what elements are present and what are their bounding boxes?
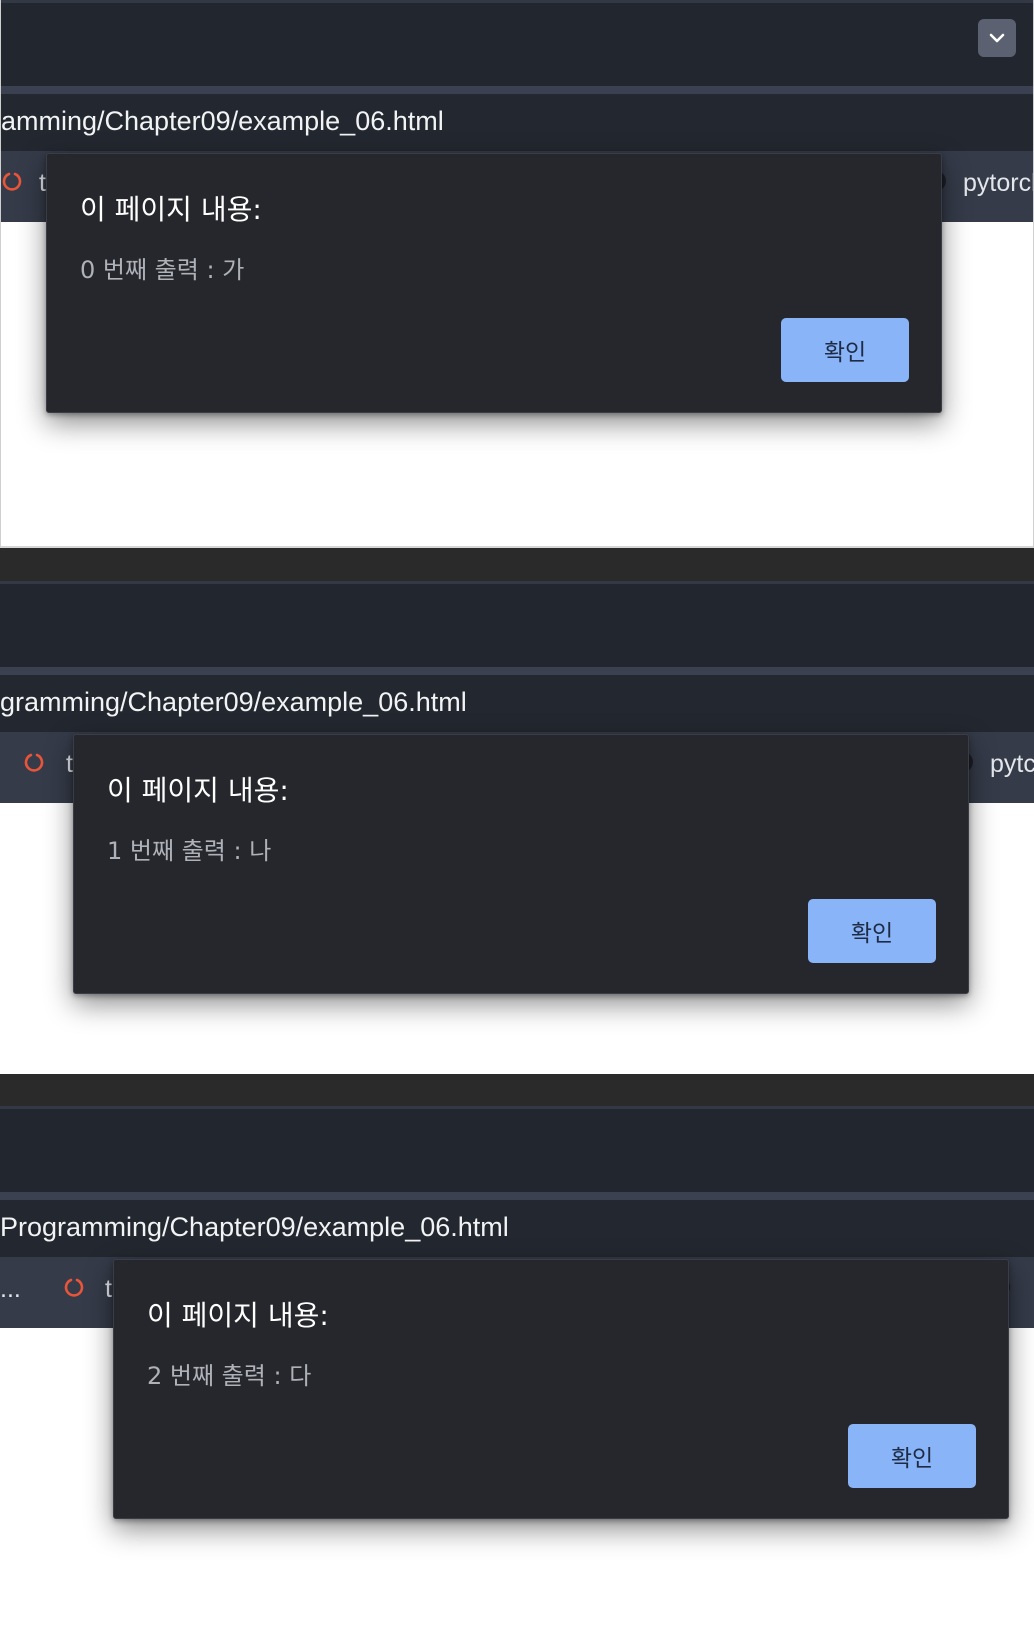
dialog-title: 이 페이지 내용: — [147, 1299, 329, 1332]
dialog-title: 이 페이지 내용: — [107, 774, 289, 807]
bookmark-item-pytorch[interactable]: pytorcl — [963, 169, 1033, 198]
power-ring-icon — [64, 1278, 84, 1297]
alert-dialog: 이 페이지 내용: 1 번째 출력 : 나 확인 — [73, 734, 969, 994]
power-ring-icon — [24, 753, 44, 772]
ok-button[interactable]: 확인 — [848, 1424, 976, 1488]
toolbar-divider — [0, 667, 1034, 675]
power-ring-icon — [2, 172, 22, 191]
address-url: gramming/Chapter09/example_06.html — [0, 687, 467, 717]
dialog-message: 0 번째 출력 : 가 — [80, 256, 245, 284]
dialog-message: 2 번째 출력 : 다 — [147, 1362, 312, 1390]
tab-search-button[interactable] — [978, 19, 1016, 57]
toolbar-divider — [0, 1192, 1034, 1200]
screenshot-panel-1: amming/Chapter09/example_06.html t pytor… — [0, 0, 1034, 548]
address-url: Programming/Chapter09/example_06.html — [0, 1212, 509, 1242]
ok-button[interactable]: 확인 — [781, 318, 909, 382]
tab-strip — [1, 0, 1033, 86]
bookmark-overflow-label[interactable]: ... — [0, 1275, 21, 1304]
address-url: amming/Chapter09/example_06.html — [1, 106, 444, 136]
dialog-message: 1 번째 출력 : 나 — [107, 837, 272, 865]
ok-button[interactable]: 확인 — [808, 899, 936, 963]
address-bar[interactable]: gramming/Chapter09/example_06.html — [0, 675, 1034, 732]
tab-strip — [0, 1106, 1034, 1192]
bookmark-item-pytorch[interactable]: pytc — [990, 750, 1034, 779]
address-bar[interactable]: amming/Chapter09/example_06.html — [1, 94, 1033, 151]
bookmark-item-label[interactable]: t — [39, 169, 46, 198]
dialog-title: 이 페이지 내용: — [80, 193, 262, 226]
alert-dialog: 이 페이지 내용: 2 번째 출력 : 다 확인 — [113, 1259, 1009, 1519]
window-backdrop — [0, 1074, 1034, 1106]
screenshot-panel-2: gramming/Chapter09/example_06.html t pyt… — [0, 548, 1034, 1074]
toolbar-divider — [1, 86, 1033, 94]
address-bar[interactable]: Programming/Chapter09/example_06.html — [0, 1200, 1034, 1257]
screenshot-panel-3: Programming/Chapter09/example_06.html ..… — [0, 1074, 1034, 1634]
bookmark-item-label[interactable]: t — [66, 750, 73, 779]
bookmark-item-label[interactable]: t — [105, 1275, 112, 1304]
window-backdrop — [0, 548, 1034, 581]
tab-strip — [0, 581, 1034, 667]
alert-dialog: 이 페이지 내용: 0 번째 출력 : 가 확인 — [46, 153, 942, 413]
chevron-down-icon — [989, 33, 1005, 43]
